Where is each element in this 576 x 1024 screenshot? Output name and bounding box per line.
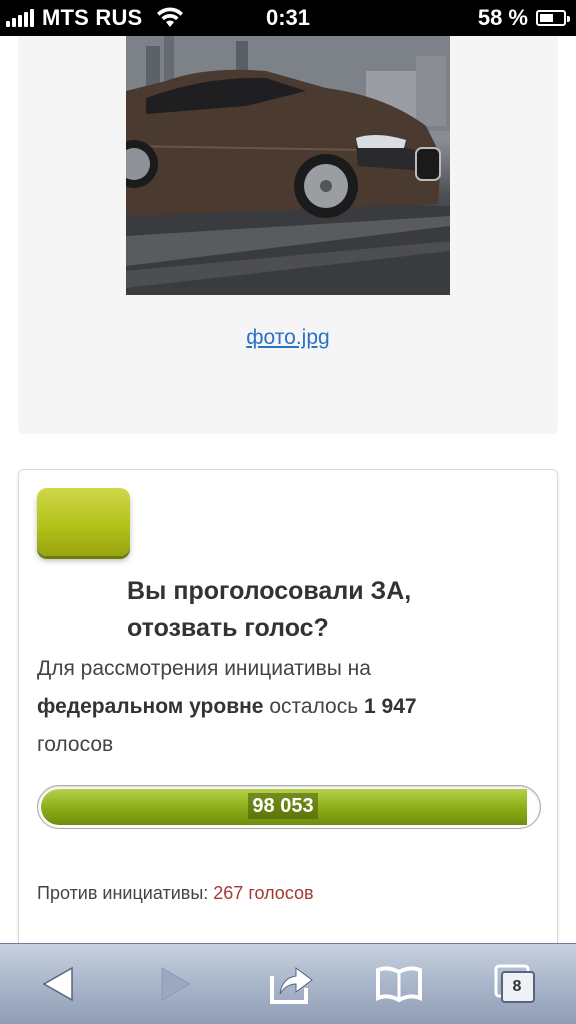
browser-toolbar: 8	[0, 943, 576, 1024]
photo-link[interactable]: фото.jpg	[18, 326, 558, 350]
photo-card: фото.jpg	[18, 36, 558, 434]
vote-question-line2: отозвать голос?	[127, 614, 329, 642]
back-icon	[42, 966, 73, 1002]
vote-question: Вы проголосовали ЗА, отозвать голос?	[127, 573, 547, 647]
votes-progress-label: 98 053	[38, 793, 528, 819]
vote-question-line1: Вы проголосовали ЗА,	[127, 577, 412, 605]
car-illustration	[126, 36, 450, 295]
battery-percent: 58 %	[477, 5, 528, 30]
votes-progress-bar: 98 053	[37, 785, 541, 829]
info-level: федеральном уровне	[37, 695, 264, 718]
status-right: 58 %	[477, 5, 570, 31]
tabs-button[interactable]: 8	[492, 962, 542, 1006]
car-photo[interactable]	[126, 36, 450, 295]
info-mid: осталось	[269, 695, 359, 718]
info-suffix: голосов	[37, 733, 114, 756]
vote-card: Вы проголосовали ЗА, отозвать голос? Для…	[18, 469, 558, 989]
battery-tip	[567, 16, 570, 22]
info-remaining-count: 1 947	[364, 695, 417, 718]
bookmarks-button[interactable]	[374, 962, 424, 1006]
votes-count: 98 053	[248, 793, 318, 819]
against-count: 267 голосов	[213, 883, 314, 903]
tab-count: 8	[512, 978, 522, 995]
battery-icon	[536, 10, 570, 26]
share-button[interactable]	[266, 962, 316, 1006]
share-icon	[270, 967, 313, 1004]
battery-level	[540, 14, 553, 22]
forward-button[interactable]	[150, 962, 200, 1006]
revoke-vote-button[interactable]	[37, 488, 130, 556]
vote-info: Для рассмотрения инициативы на федеральн…	[37, 650, 537, 764]
against-votes: Против инициативы: 267 голосов	[37, 883, 314, 904]
back-button[interactable]	[34, 962, 84, 1006]
status-bar: MTS RUS 0:31 58 %	[0, 0, 576, 36]
info-prefix: Для рассмотрения инициативы на	[37, 657, 371, 680]
against-label: Против инициативы:	[37, 883, 209, 903]
bookmarks-icon	[376, 966, 422, 1003]
forward-icon	[161, 967, 192, 1001]
